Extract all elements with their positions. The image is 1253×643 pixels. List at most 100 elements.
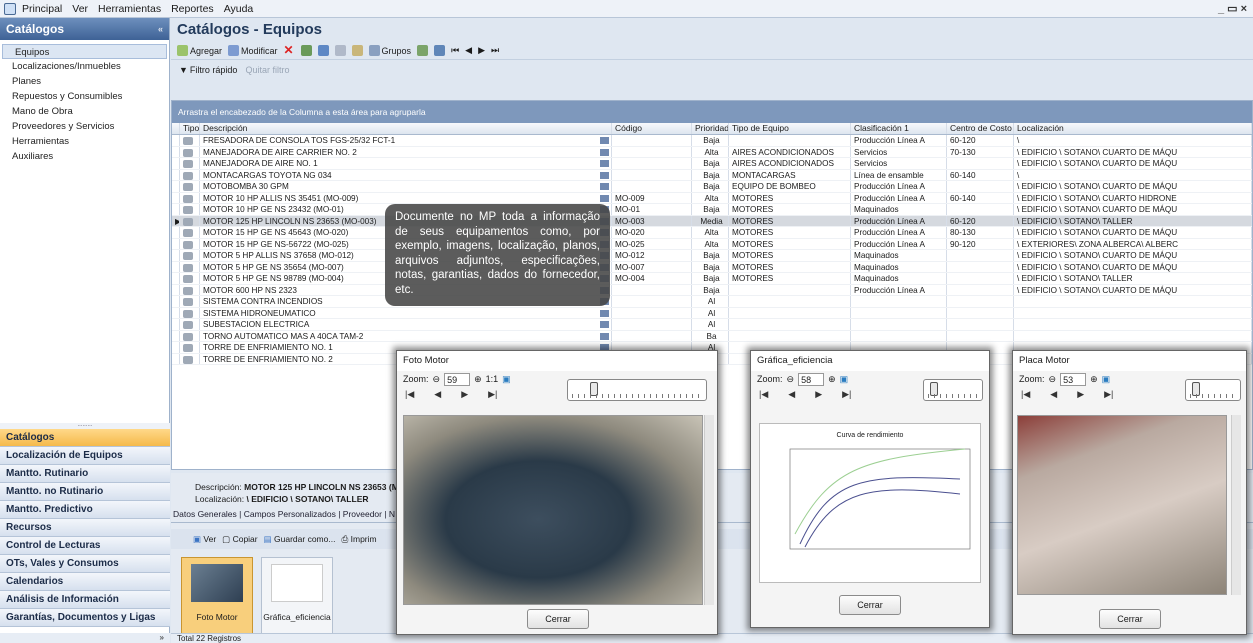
ellipsis-button[interactable] (600, 183, 609, 190)
ellipsis-button[interactable] (600, 332, 609, 340)
ellipsis-button[interactable] (600, 137, 609, 144)
remove-filter-button[interactable]: Quitar filtro (245, 65, 289, 75)
prev-icon[interactable]: ◀ (434, 389, 441, 400)
foto-zoom-input[interactable]: 59 (444, 372, 471, 386)
group-calendarios[interactable]: Calendarios (0, 573, 170, 591)
next-icon[interactable]: ▶ (461, 389, 468, 400)
ellipsis-button[interactable] (600, 160, 609, 167)
copy-button[interactable]: ▢ Copiar (222, 534, 257, 545)
zoom-in-icon[interactable]: ⊕ (828, 374, 836, 385)
thumb-foto-motor[interactable]: Foto Motor (181, 557, 253, 635)
table-row[interactable]: SISTEMA CONTRA INCENDIOS Al (172, 296, 1252, 308)
grafica-close-button[interactable]: Cerrar (839, 595, 901, 615)
grafica-zoom-slider[interactable] (923, 379, 983, 401)
col-prioridad[interactable]: Prioridad (692, 123, 729, 134)
zoom-out-icon[interactable]: ⊖ (433, 374, 441, 385)
table-row[interactable]: SUBESTACION ELECTRICA Al (172, 319, 1252, 331)
group-recursos[interactable]: Recursos (0, 519, 170, 537)
groups-button[interactable]: Grupos (368, 45, 411, 56)
col-centro-costo[interactable]: Centro de Costo (947, 123, 1014, 134)
ellipsis-button[interactable] (600, 321, 609, 328)
first-icon[interactable]: |◀ (759, 389, 768, 400)
menu-ver[interactable]: Ver (72, 3, 88, 15)
group-localizacion[interactable]: Localización de Equipos (0, 447, 170, 465)
last-icon[interactable]: ▶| (1104, 389, 1113, 400)
sidebar-item-herramientas[interactable]: Herramientas (0, 134, 169, 149)
ellipsis-button[interactable] (600, 171, 609, 179)
col-localizacion[interactable]: Localización (1014, 123, 1252, 134)
col-codigo[interactable]: Código (612, 123, 692, 134)
edit-button[interactable]: Modificar (228, 45, 278, 56)
ellipsis-button[interactable] (600, 148, 609, 156)
placa-zoom-slider[interactable] (1185, 379, 1241, 401)
view-button[interactable]: ▣ Ver (193, 534, 216, 545)
placa-close-button[interactable]: Cerrar (1099, 609, 1161, 629)
fit-icon[interactable]: ▣ (502, 374, 511, 385)
table-row[interactable]: SISTEMA HIDRONEUMATICO Al (172, 307, 1252, 319)
table-row[interactable]: FRESADORA DE CONSOLA TOS FGS-25/32 FCT-1… (172, 135, 1252, 147)
last-icon[interactable]: ▶| (842, 389, 851, 400)
table-row[interactable]: MOTOR 5 HP ALLIS NS 37658 (MO-012) MO-012… (172, 250, 1252, 262)
sidebar-item-planes[interactable]: Planes (0, 74, 169, 89)
next-record-icon[interactable]: ▶ (478, 45, 485, 56)
group-mantto-predictivo[interactable]: Mantto. Predictivo (0, 501, 170, 519)
sidebar-expand-icon[interactable]: » (0, 633, 170, 643)
col-tipo-equipo[interactable]: Tipo de Equipo (729, 123, 851, 134)
table-row[interactable]: TORNO AUTOMATICO MAS A 40CA TAM-2 Ba (172, 330, 1252, 342)
group-ots[interactable]: OTs, Vales y Consumos (0, 555, 170, 573)
menu-herramientas[interactable]: Herramientas (98, 3, 161, 15)
sidebar-item-equipos[interactable]: Equipos (2, 44, 167, 59)
zoom-in-icon[interactable]: ⊕ (474, 374, 482, 385)
group-drop-area[interactable]: Arrastra el encabezado de la Columna a e… (172, 101, 1252, 123)
group-catalogos[interactable]: Catálogos (0, 429, 170, 447)
prev-icon[interactable]: ◀ (788, 389, 795, 400)
table-row[interactable]: MONTACARGAS TOYOTA NG 034 Baja MONTACARGAS… (172, 169, 1252, 181)
fit-icon[interactable]: ▣ (1102, 374, 1111, 385)
add-button[interactable]: Agregar (177, 45, 222, 56)
export-icon[interactable] (300, 45, 312, 56)
fit-icon[interactable]: ▣ (840, 374, 849, 385)
group-mantto-no-rutinario[interactable]: Mantto. no Rutinario (0, 483, 170, 501)
ellipsis-button[interactable] (600, 194, 609, 202)
group-garantias[interactable]: Garantías, Documentos y Ligas (0, 609, 170, 627)
col-tipo[interactable]: Tipo (180, 123, 200, 134)
table-row[interactable]: MOTOR 5 HP GE NS 35654 (MO-007) MO-007 Baj… (172, 261, 1252, 273)
menu-ayuda[interactable]: Ayuda (224, 3, 254, 15)
ellipsis-button[interactable] (600, 309, 609, 317)
print-icon[interactable] (317, 45, 329, 56)
first-icon[interactable]: |◀ (405, 389, 414, 400)
menu-reportes[interactable]: Reportes (171, 3, 214, 15)
delete-icon[interactable]: ✕ (284, 44, 295, 56)
search-icon[interactable] (334, 45, 346, 56)
first-record-icon[interactable]: ⏮ (451, 45, 459, 56)
prev-icon[interactable]: ◀ (1050, 389, 1057, 400)
sidebar-item-localizaciones[interactable]: Localizaciones/Inmuebles (0, 59, 169, 74)
table-row[interactable]: MOTOR 5 HP GE NS 98789 (MO-004) MO-004 Baj… (172, 273, 1252, 285)
prev-record-icon[interactable]: ◀ (465, 45, 472, 56)
next-icon[interactable]: ▶ (815, 389, 822, 400)
last-icon[interactable]: ▶| (488, 389, 497, 400)
last-record-icon[interactable]: ⏭ (491, 45, 499, 56)
table-row[interactable]: ▶ MOTOR 125 HP LINCOLN NS 23653 (MO-003) M… (172, 215, 1252, 227)
foto-scrollbar[interactable] (704, 415, 714, 605)
table-row[interactable]: MOTOR 10 HP GE NS 23432 (MO-01) MO-01 Baja… (172, 204, 1252, 216)
foto-close-button[interactable]: Cerrar (527, 609, 589, 629)
table-row[interactable]: MOTOR 15 HP GE NS 45643 (MO-020) MO-020 Al… (172, 227, 1252, 239)
foto-zoom-slider[interactable] (567, 379, 707, 401)
table-row[interactable]: MOTOR 600 HP NS 2323 Baja Producción Línea… (172, 284, 1252, 296)
zoom-out-icon[interactable]: ⊖ (1049, 374, 1057, 385)
tree-icon[interactable] (417, 45, 429, 56)
placa-scrollbar[interactable] (1231, 415, 1241, 595)
placa-zoom-input[interactable]: 53 (1060, 372, 1087, 386)
group-control-lecturas[interactable]: Control de Lecturas (0, 537, 170, 555)
menu-principal[interactable]: Principal (22, 3, 62, 15)
print-attachment-button[interactable]: ⎙ Imprim (341, 534, 376, 545)
save-as-button[interactable]: ▤ Guardar como... (264, 534, 336, 545)
group-mantto-rutinario[interactable]: Mantto. Rutinario (0, 465, 170, 483)
col-descripcion[interactable]: Descripción (200, 123, 612, 134)
table-row[interactable]: MANEJADORA DE AIRE NO. 1 Baja AIRES ACONDI… (172, 158, 1252, 170)
table-row[interactable]: MOTOR 10 HP ALLIS NS 35451 (MO-009) MO-00… (172, 192, 1252, 204)
table-row[interactable]: MOTOBOMBA 30 GPM Baja EQUIPO DE BOMBEO Prod… (172, 181, 1252, 193)
zoom-in-icon[interactable]: ⊕ (1090, 374, 1098, 385)
table-row[interactable]: MANEJADORA DE AIRE CARRIER NO. 2 Alta AIRE… (172, 146, 1252, 158)
